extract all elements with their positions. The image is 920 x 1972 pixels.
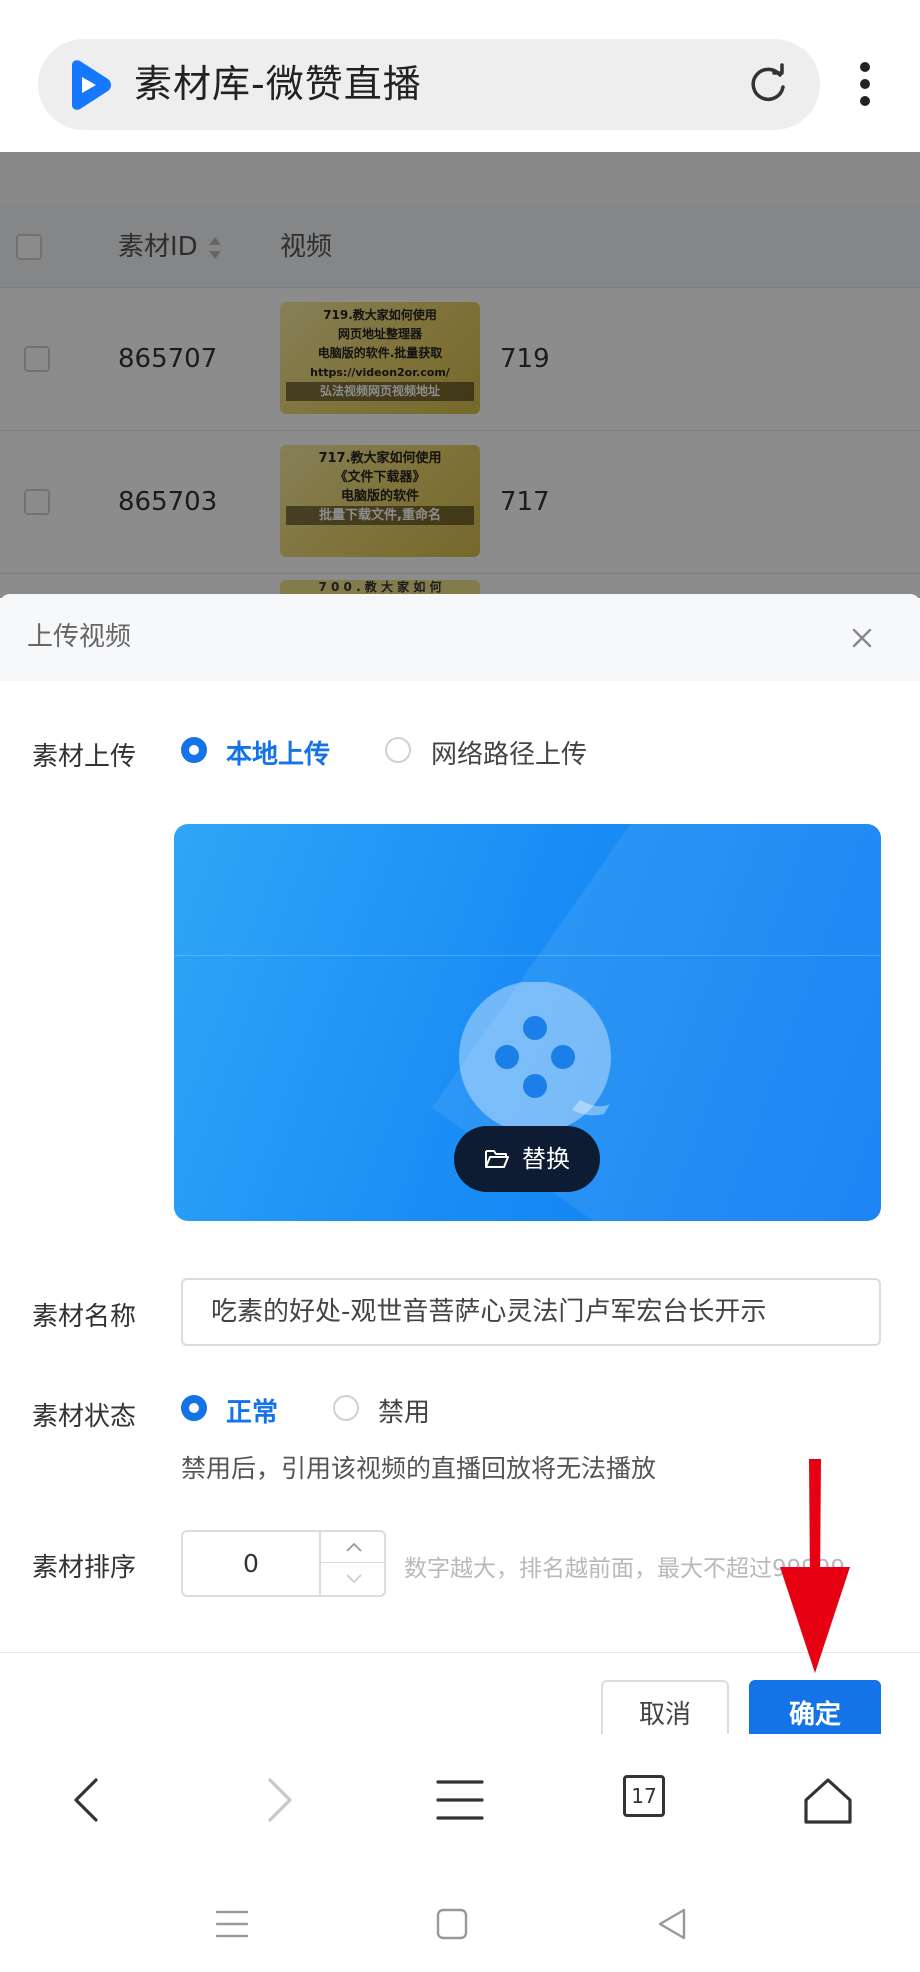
browser-top-bar: 素材库-微赞直播 — [0, 0, 920, 152]
video-upload-preview[interactable]: 替换 — [174, 824, 881, 1221]
tabs-button[interactable]: 17 — [623, 1775, 665, 1817]
status-label: 素材状态 — [32, 1402, 137, 1432]
play-logo-icon — [72, 60, 111, 110]
replace-button[interactable]: 替换 — [454, 1126, 600, 1192]
system-nav-bar — [0, 1860, 920, 1972]
reload-icon[interactable] — [744, 61, 792, 109]
material-name-input[interactable]: 吃素的好处-观世音菩萨心灵法门卢军宏台长开示 — [181, 1278, 881, 1346]
divider — [174, 955, 881, 956]
decrement-button[interactable] — [321, 1564, 384, 1595]
address-bar[interactable]: 素材库-微赞直播 — [38, 39, 820, 130]
radio-local-upload[interactable] — [181, 737, 207, 763]
chevron-up-icon — [346, 1542, 362, 1552]
radio-status-normal[interactable] — [181, 1395, 207, 1421]
chevron-down-icon — [346, 1574, 362, 1584]
status-hint: 禁用后，引用该视频的直播回放将无法播放 — [181, 1454, 657, 1483]
increment-button[interactable] — [321, 1532, 384, 1563]
dialog-title: 上传视频 — [27, 622, 132, 652]
folder-icon — [485, 1150, 509, 1168]
name-label: 素材名称 — [32, 1302, 137, 1332]
radio-status-disabled[interactable] — [333, 1395, 359, 1421]
home-square-icon[interactable] — [434, 1906, 470, 1942]
dialog-header: 上传视频 — [0, 594, 920, 681]
network-upload-option[interactable]: 网络路径上传 — [431, 734, 587, 771]
forward-icon[interactable] — [250, 1772, 306, 1828]
radio-network-upload[interactable] — [385, 737, 411, 763]
film-reel-icon — [459, 982, 611, 1132]
modal-backdrop[interactable] — [0, 152, 920, 598]
stepper-buttons — [319, 1532, 384, 1595]
cancel-button[interactable]: 取消 — [601, 1680, 729, 1734]
status-normal-option[interactable]: 正常 — [226, 1392, 278, 1429]
browser-bottom-nav: 17 — [0, 1734, 920, 1860]
sort-value[interactable]: 0 — [183, 1532, 319, 1595]
back-icon[interactable] — [60, 1772, 116, 1828]
local-upload-option[interactable]: 本地上传 — [226, 734, 330, 771]
red-arrow-annotation — [780, 1459, 850, 1673]
menu-icon[interactable] — [432, 1772, 488, 1828]
sort-stepper[interactable]: 0 — [181, 1530, 386, 1597]
upload-label: 素材上传 — [32, 742, 137, 772]
page-title: 素材库-微赞直播 — [134, 62, 422, 106]
replace-label: 替换 — [522, 1145, 570, 1173]
sort-label: 素材排序 — [32, 1553, 137, 1583]
status-disabled-option[interactable]: 禁用 — [378, 1392, 430, 1429]
more-vert-icon[interactable] — [842, 62, 888, 112]
material-name-value: 吃素的好处-观世音菩萨心灵法门卢军宏台长开示 — [211, 1297, 767, 1327]
recents-menu-icon[interactable] — [214, 1906, 250, 1942]
home-icon[interactable] — [800, 1772, 856, 1828]
close-icon[interactable] — [848, 624, 876, 652]
confirm-button[interactable]: 确定 — [749, 1680, 881, 1734]
back-triangle-icon[interactable] — [654, 1906, 690, 1942]
